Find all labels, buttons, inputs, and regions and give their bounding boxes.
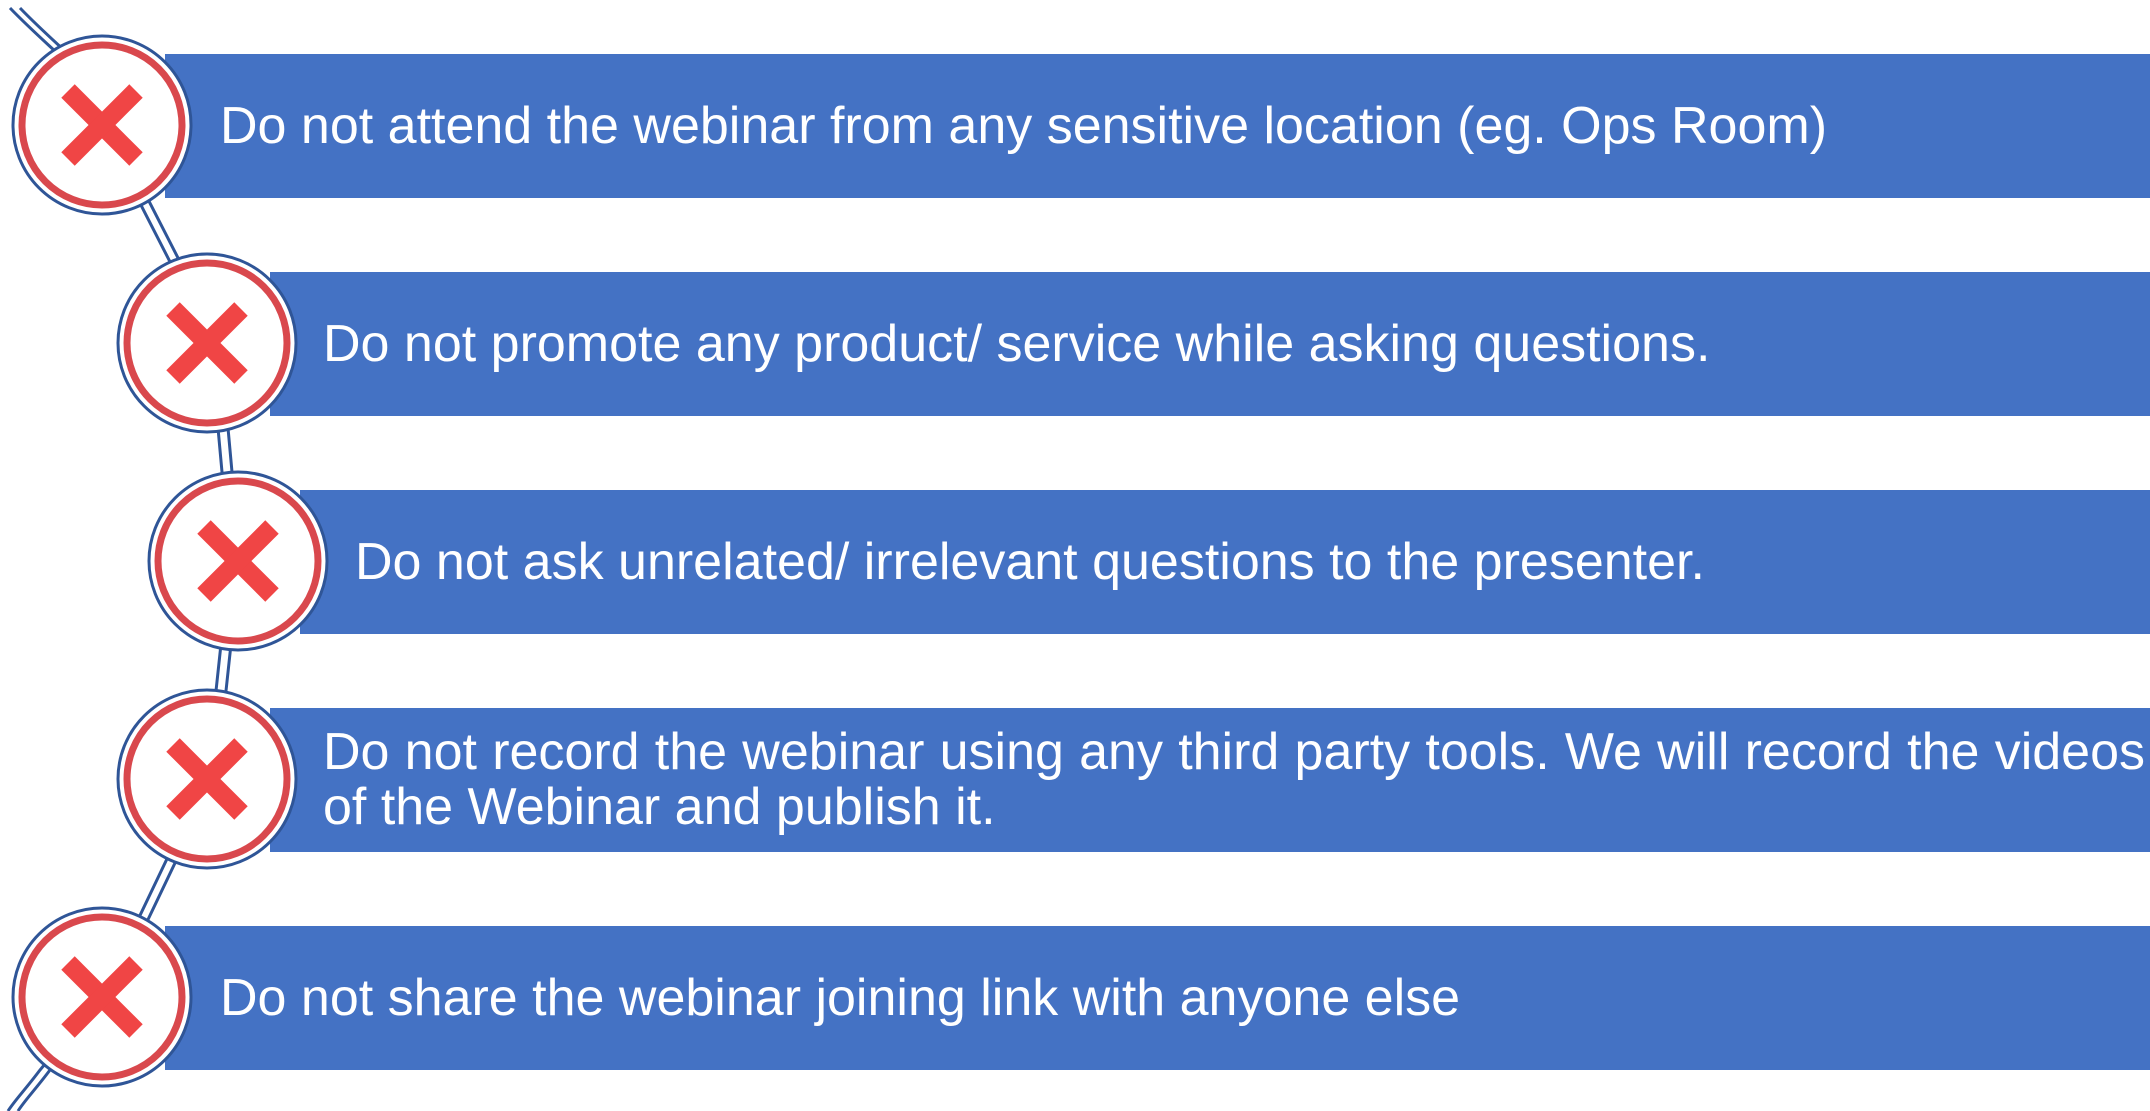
rule-item-5: Do not share the webinar joining link wi…: [0, 872, 2150, 1088]
rule-item-2: Do not promote any product/ service whil…: [0, 218, 2150, 434]
rule-bar: Do not attend the webinar from any sensi…: [165, 54, 2150, 198]
rule-text: Do not record the webinar using any thir…: [323, 723, 2145, 836]
rule-bar: Do not share the webinar joining link wi…: [165, 926, 2150, 1070]
rule-item-4: Do not record the webinar using any thir…: [0, 654, 2150, 870]
rule-bar: Do not promote any product/ service whil…: [270, 272, 2150, 416]
rule-text: Do not attend the webinar from any sensi…: [220, 96, 1828, 155]
rule-item-3: Do not ask unrelated/ irrelevant questio…: [0, 436, 2150, 652]
cross-icon: [11, 34, 193, 216]
rule-text: Do not share the webinar joining link wi…: [220, 968, 1461, 1027]
rule-item-1: Do not attend the webinar from any sensi…: [0, 0, 2150, 216]
cross-icon: [116, 688, 298, 870]
rule-bar: Do not ask unrelated/ irrelevant questio…: [300, 490, 2150, 634]
rule-text: Do not ask unrelated/ irrelevant questio…: [355, 532, 1705, 591]
cross-icon: [11, 906, 193, 1088]
cross-icon: [116, 252, 298, 434]
rule-bar: Do not record the webinar using any thir…: [270, 708, 2150, 852]
cross-icon: [147, 470, 329, 652]
rule-text: Do not promote any product/ service whil…: [323, 314, 1711, 373]
